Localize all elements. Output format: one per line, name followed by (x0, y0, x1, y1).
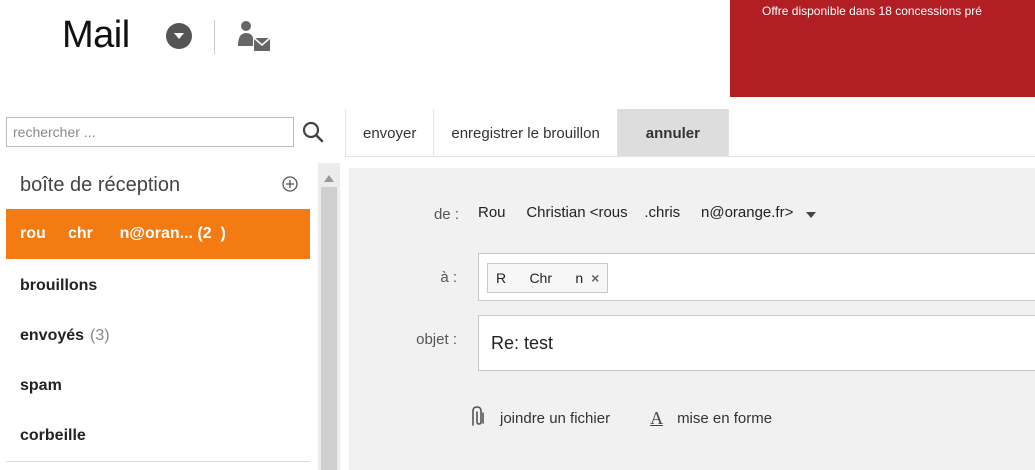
search-field[interactable] (6, 117, 294, 147)
remove-recipient-icon[interactable]: × (591, 270, 599, 286)
format-label: mise en forme (677, 409, 773, 427)
app-menu-chevron-icon[interactable] (166, 23, 192, 49)
sidebar-item-count: (3) (90, 327, 110, 344)
sidebar-scrollbar[interactable] (318, 163, 340, 470)
header-divider (214, 20, 215, 54)
recipient-chip[interactable]: R Chr n × (487, 263, 609, 293)
search-input[interactable] (7, 118, 293, 146)
cancel-button[interactable]: annuler (617, 109, 729, 157)
scroll-up-icon[interactable] (324, 169, 334, 187)
sidebar-item-account[interactable]: rou chr n@oran... (2 ) (6, 209, 310, 259)
sidebar-item-sent[interactable]: envoyés (3) (6, 311, 310, 361)
sidebar-header-label: boîte de réception (20, 173, 181, 196)
sidebar-divider (6, 461, 310, 462)
ad-banner[interactable]: Offre disponible dans 18 concessions pré (730, 0, 1035, 97)
toolbar-divider (345, 156, 1035, 157)
ad-text: Offre disponible dans 18 concessions pré (762, 4, 982, 18)
sidebar-item-trash[interactable]: corbeille (6, 411, 310, 461)
sidebar-header-inbox[interactable]: boîte de réception (6, 163, 310, 207)
search-icon[interactable] (302, 121, 324, 148)
compose-actions: joindre un fichier A mise en forme (470, 405, 812, 431)
recipient-name: R Chr n (496, 270, 584, 286)
sidebar-item-label: rou chr n@oran... (2 ) (20, 225, 226, 242)
add-account-icon[interactable] (282, 175, 298, 198)
text-format-icon: A (650, 407, 664, 428)
folder-sidebar: boîte de réception rou chr n@oran... (2 … (6, 163, 310, 470)
from-label: de : (433, 206, 459, 223)
caret-down-icon[interactable] (805, 205, 816, 222)
from-selector[interactable]: Rou Christian <rous .chris n@orange.fr> (478, 204, 816, 222)
sidebar-item-label: corbeille (20, 427, 86, 444)
format-button[interactable]: A mise en forme (650, 408, 772, 429)
sidebar-item-label: spam (20, 377, 62, 394)
attach-file-button[interactable]: joindre un fichier (470, 405, 610, 431)
compose-panel: de : Rou Christian <rous .chris n@orange… (349, 168, 1035, 470)
compose-toolbar: envoyer enregistrer le brouillon annuler (345, 109, 729, 157)
to-field[interactable]: R Chr n × (478, 253, 1035, 301)
sidebar-item-spam[interactable]: spam (6, 361, 310, 411)
subject-field[interactable] (478, 315, 1035, 371)
save-draft-button[interactable]: enregistrer le brouillon (434, 109, 618, 157)
paperclip-icon (470, 405, 486, 431)
subject-label: objet : (416, 331, 457, 348)
app-title: Mail (62, 14, 130, 56)
to-label: à : (440, 269, 457, 286)
scrollbar-thumb[interactable] (321, 187, 337, 470)
contact-mail-icon[interactable] (236, 20, 272, 59)
sidebar-item-drafts[interactable]: brouillons (6, 261, 310, 311)
send-button[interactable]: envoyer (345, 109, 435, 157)
attach-file-label: joindre un fichier (500, 409, 611, 427)
sidebar-item-label: brouillons (20, 277, 98, 294)
subject-input[interactable] (479, 316, 1035, 370)
sidebar-item-label: envoyés (20, 327, 85, 344)
from-value: Rou Christian <rous .chris n@orange.fr> (478, 204, 794, 221)
